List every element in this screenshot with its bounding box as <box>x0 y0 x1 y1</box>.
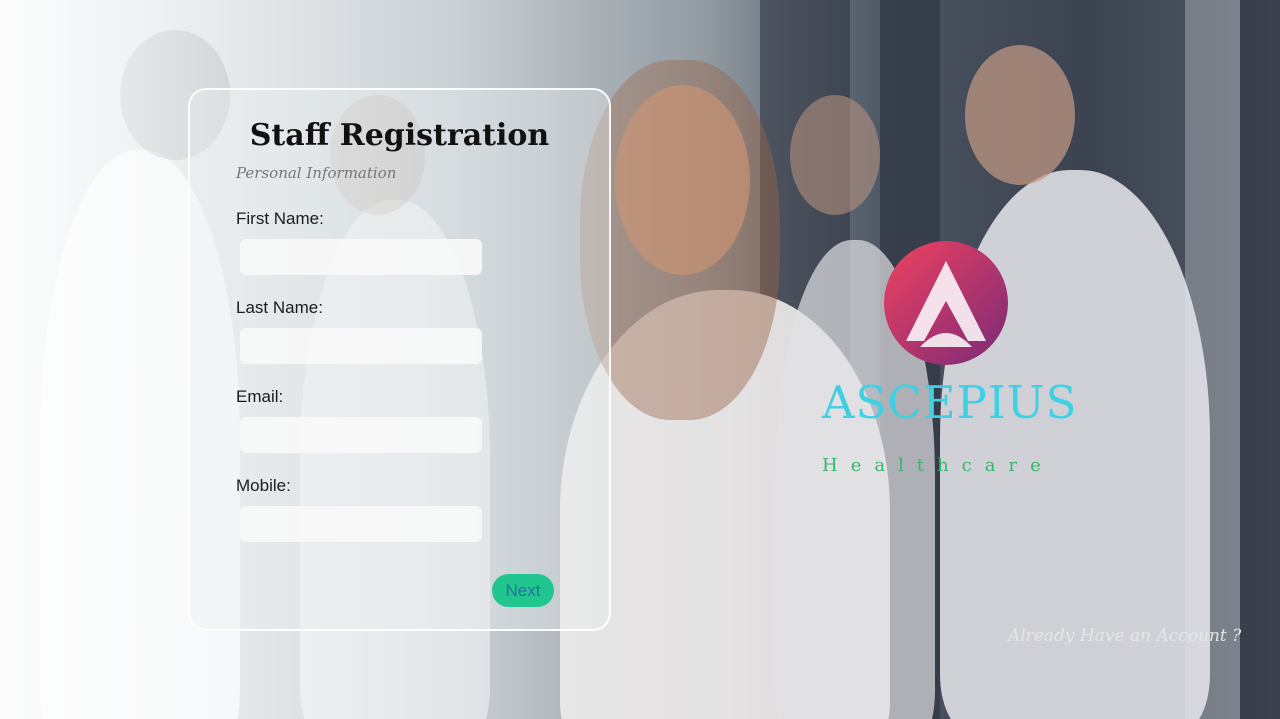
form-title: Staff Registration <box>249 118 550 153</box>
email-input[interactable] <box>240 417 482 453</box>
brand-name: ASCEPIUS <box>822 376 1078 429</box>
next-button[interactable]: Next <box>492 574 554 607</box>
email-label: Email: <box>236 387 284 406</box>
last-name-label: Last Name: <box>236 298 323 317</box>
first-name-label: First Name: <box>236 209 324 228</box>
registration-card: Staff Registration Personal Information … <box>188 88 611 631</box>
first-name-input[interactable] <box>240 239 482 275</box>
mobile-label: Mobile: <box>236 476 291 495</box>
last-name-input[interactable] <box>240 328 482 364</box>
mobile-input[interactable] <box>240 506 482 542</box>
form-subtitle: Personal Information <box>236 164 397 182</box>
brand-tagline: Healthcare <box>822 455 1054 476</box>
ascepius-logo-icon <box>884 241 1008 365</box>
already-have-account-link[interactable]: Already Have an Account ? <box>1008 626 1241 646</box>
